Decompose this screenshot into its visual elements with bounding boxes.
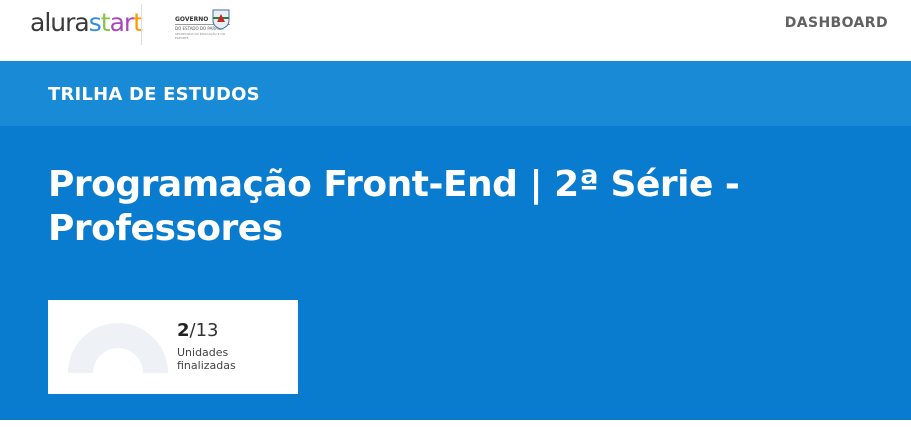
gauge-track	[68, 323, 168, 373]
units-completed: 2	[177, 320, 190, 341]
progress-card: 2/13 Unidades finalizadas	[48, 300, 298, 394]
alurastart-logo[interactable]: alurastart	[30, 8, 143, 37]
parana-shield-icon	[212, 9, 230, 30]
trail-section-label: TRILHA DE ESTUDOS	[48, 84, 260, 105]
dashboard-link[interactable]: DASHBOARD	[785, 15, 888, 31]
bottom-strip	[0, 420, 911, 427]
header-divider	[141, 4, 142, 45]
brand-ar-text: ar	[109, 8, 135, 37]
top-header: alurastart GOVERNO DO ESTADO DO PARANÁ S…	[0, 0, 911, 61]
government-logo: GOVERNO DO ESTADO DO PARANÁ SECRETARIA D…	[172, 8, 232, 40]
course-title: Programação Front-End | 2ª Série - Profe…	[48, 164, 740, 249]
units-count: 2/13	[177, 320, 219, 342]
units-label: Unidades finalizadas	[177, 346, 236, 372]
gov-secretariat: SECRETARIA DA EDUCAÇÃO E DO ESPORTE	[175, 32, 226, 40]
units-total: 13	[195, 320, 219, 341]
gov-title: GOVERNO	[175, 16, 209, 23]
brand-alura-text: alura	[30, 8, 90, 37]
brand-s-text: s	[88, 8, 102, 37]
brand-t-text: t	[100, 8, 111, 37]
progress-gauge	[68, 323, 168, 373]
